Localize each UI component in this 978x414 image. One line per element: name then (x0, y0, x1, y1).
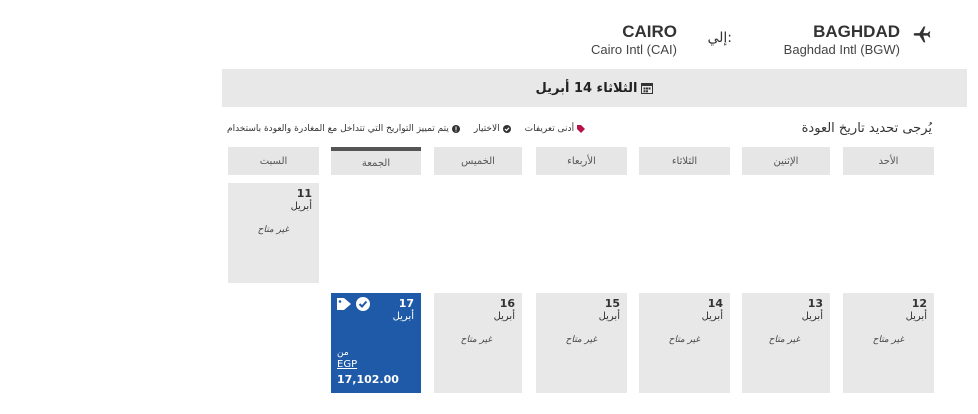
departure-date-bar: الثلاثاء 14 أبريل (222, 69, 967, 107)
cell-day: 11 (296, 187, 312, 200)
cell-day: 13 (807, 297, 823, 310)
day-header-wednesday: الأربعاء (536, 147, 627, 175)
day-header-monday: الإثنين (742, 147, 830, 175)
origin-airport: Baghdad Intl (BGW) (783, 42, 900, 57)
cell-status: غير متاح (768, 335, 800, 345)
origin: BAGHDAD Baghdad Intl (BGW) (784, 22, 900, 58)
selected-icons (336, 297, 370, 311)
price-value: 17,102.00 (337, 373, 399, 386)
destination-code: CAIRO (622, 22, 677, 41)
date-cell-17-selected[interactable]: 17 أبريل من EGP 17,102.00 (331, 293, 421, 393)
cell-day: 16 (499, 297, 515, 310)
destination-airport: Cairo Intl (CAI) (591, 42, 677, 57)
day-header-saturday: السبت (228, 147, 319, 175)
to-label: إلي: (707, 30, 732, 46)
tag-icon (337, 298, 351, 310)
cell-status: غير متاح (257, 225, 289, 235)
cell-month: أبريل (598, 311, 620, 322)
cell-month: أبريل (905, 311, 927, 322)
cell-status: غير متاح (460, 335, 492, 345)
cell-status: غير متاح (872, 335, 904, 345)
legend-note-label: يتم تمييز التواريخ التي تتداخل مع المغاد… (227, 124, 449, 134)
cell-month: أبريل (290, 201, 312, 212)
cell-status: غير متاح (668, 335, 700, 345)
cell-month: أبريل (801, 311, 823, 322)
day-header-tuesday: الثلاثاء (639, 147, 730, 175)
day-header-sunday: الأحد (843, 147, 934, 175)
cell-day: 15 (604, 297, 620, 310)
cell-month: أبريل (392, 311, 414, 322)
date-cell-14[interactable]: 14 أبريل غير متاح (639, 293, 730, 393)
calendar-icon (641, 83, 654, 94)
date-cell-16[interactable]: 16 أبريل غير متاح (434, 293, 522, 393)
plane-icon (913, 26, 931, 43)
date-cell-15[interactable]: 15 أبريل غير متاح (536, 293, 627, 393)
legend-lowest: أدنى تعريفات (524, 124, 586, 134)
origin-code: BAGHDAD (813, 22, 900, 41)
check-icon (502, 125, 511, 133)
info-icon (451, 125, 460, 133)
legend-chosen: الاختيار (474, 124, 511, 134)
price-currency: EGP (337, 359, 358, 370)
date-cell-11[interactable]: 11 أبريل غير متاح (228, 183, 319, 283)
price-from-label: من (337, 348, 349, 358)
destination: CAIRO Cairo Intl (CAI) (591, 22, 677, 58)
legend-note: يتم تمييز التواريخ التي تتداخل مع المغاد… (227, 124, 460, 134)
day-header-thursday: الخميس (434, 147, 522, 175)
cell-month: أبريل (493, 311, 515, 322)
date-cell-13[interactable]: 13 أبريل غير متاح (742, 293, 830, 393)
tag-icon (577, 125, 586, 133)
cell-month: أبريل (701, 311, 723, 322)
legend-chosen-label: الاختيار (473, 124, 500, 134)
cell-day: 17 (398, 297, 414, 310)
legend-lowest-label: أدنى تعريفات (524, 124, 575, 134)
cell-day: 12 (911, 297, 927, 310)
day-header-friday: الجمعة (331, 147, 421, 175)
return-date-instruction: يُرجى تحديد تاريخ العودة (801, 121, 932, 136)
legend: أدنى تعريفات الاختيار يتم تمييز التواريخ… (227, 124, 586, 134)
route-header: BAGHDAD Baghdad Intl (BGW) إلي: CAIRO Ca… (560, 18, 932, 64)
check-icon (356, 297, 370, 311)
cell-status: غير متاح (565, 335, 597, 345)
cell-day: 14 (707, 297, 723, 310)
departure-date: الثلاثاء 14 أبريل (535, 80, 638, 96)
date-cell-12[interactable]: 12 أبريل غير متاح (843, 293, 934, 393)
